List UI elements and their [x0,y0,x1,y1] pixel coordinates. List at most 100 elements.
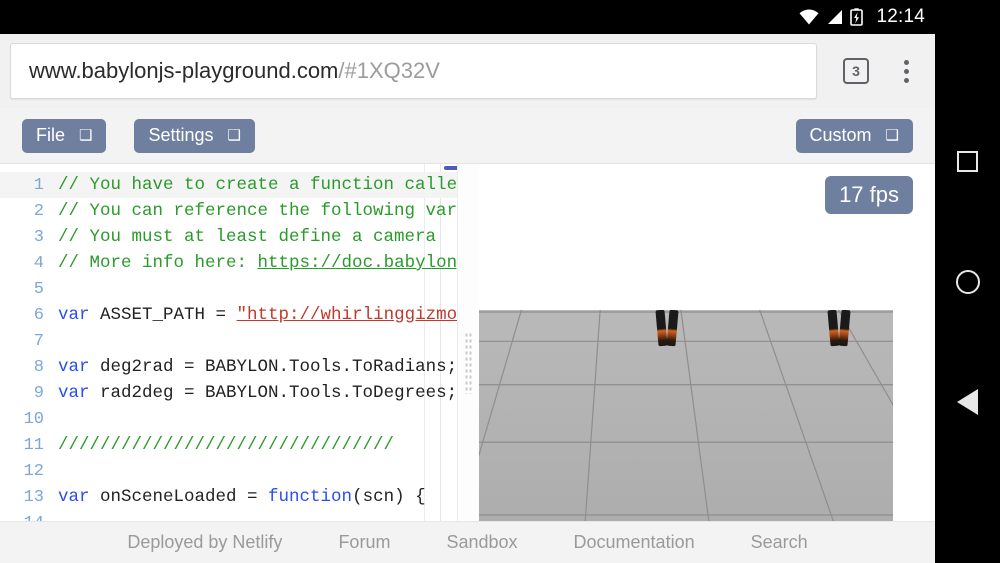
square-recents-icon [957,151,978,172]
code-text: var rad2deg = BABYLON.Tools.ToDegrees; [58,383,457,403]
back-button[interactable] [935,342,1000,462]
browser-toolbar: www.babylonjs-playground.com/#1XQ32V 3 [0,34,935,108]
wifi-icon [799,9,819,25]
token-plain: deg2rad = BABYLON.Tools.ToRadians; [89,357,457,377]
custom-menu-label: Custom [809,125,872,145]
footer-link[interactable]: Forum [310,532,418,553]
token-kw: var [58,305,90,325]
main-split-area: 1 // You have to create a function called… [0,164,935,521]
token-plain: ASSET_PATH = [89,305,237,325]
token-cmt: // More info here: [58,253,258,273]
line-number: 7 [33,331,44,351]
code-line: 4 // More info here: https://doc.babylonj… [0,250,457,276]
chevron-down-icon: ❑ [227,127,241,144]
line-number: 11 [23,435,44,455]
footer-link[interactable]: Documentation [546,532,723,553]
token-cmt: // You must at least define a camera [58,227,437,247]
chevron-down-icon: ❑ [79,127,93,144]
fps-badge: 17 fps [825,176,913,214]
code-text: var onSceneLoaded = function(scn) { [58,487,457,507]
line-number: 3 [33,227,44,247]
line-number: 10 [23,409,44,429]
footer-link[interactable]: Deployed by Netlify [99,532,310,553]
code-line: 1 // You have to create a function called… [0,172,457,198]
file-menu-button[interactable]: File ❑ [22,118,107,153]
footer-link[interactable]: Search [723,532,836,553]
cellular-signal-icon [828,10,843,24]
token-kw: var [58,383,90,403]
playground-toolbar: File ❑ Settings ❑ Custom ❑ [0,108,935,164]
token-plain: onSceneLoaded = [89,487,269,507]
token-plain: (scn) { [352,487,426,507]
home-button[interactable] [935,222,1000,342]
line-number: 13 [23,487,44,507]
circle-home-icon [955,269,980,294]
splitter-grip-icon[interactable] [464,332,473,394]
code-editor[interactable]: 1 // You have to create a function called… [0,164,457,521]
url-domain: www.babylonjs-playground.com [29,58,339,83]
babylon-canvas[interactable] [479,310,893,521]
line-number: 6 [33,305,44,325]
android-navigation-bar [935,0,1000,563]
code-text: // More info here: https://doc.babylonjs… [58,253,457,273]
line-number: 2 [33,201,44,221]
code-line: 12 [0,458,457,484]
code-line: 11 //////////////////////////////// [0,432,457,458]
code-text: // You can reference the following varia… [58,201,457,221]
custom-menu-button[interactable]: Custom ❑ [795,118,913,153]
android-status-bar: 12:14 [0,0,935,34]
code-line: 14 [0,510,457,522]
code-line: 6 var ASSET_PATH = "http://whirlinggizmo.… [0,302,457,328]
code-lines: 1 // You have to create a function called… [0,164,457,521]
chevron-down-icon: ❑ [885,127,899,144]
address-bar[interactable]: www.babylonjs-playground.com/#1XQ32V [10,43,817,99]
token-kw: var [58,487,90,507]
code-text: var ASSET_PATH = "http://whirlinggizmo.c… [58,305,457,325]
token-kw: var [58,357,90,377]
line-number: 9 [33,383,44,403]
character-model [827,310,853,347]
code-text: //////////////////////////////// [58,435,457,455]
line-number: 1 [33,175,44,195]
character-model [655,310,681,347]
line-number: 8 [33,357,44,377]
playground-footer: Deployed by Netlify Forum Sandbox Documenta… [0,521,935,563]
token-cmt: //////////////////////////////// [58,435,395,455]
status-clock: 12:14 [876,6,925,27]
code-line: 10 [0,406,457,432]
token-str[interactable]: "http://whirlinggizmo.cc [237,305,457,325]
settings-menu-label: Settings [148,125,214,145]
code-line: 2 // You can reference the following vari… [0,198,457,224]
code-text: var deg2rad = BABYLON.Tools.ToRadians; [58,357,457,377]
token-kw: function [268,487,353,507]
line-number: 4 [33,253,44,273]
tab-counter-button[interactable]: 3 [843,58,869,84]
battery-charging-icon [850,8,864,26]
tab-count-label: 3 [852,63,860,79]
line-number: 12 [23,461,44,481]
code-line: 13 var onSceneLoaded = function(scn) { [0,484,457,510]
line-number: 14 [0,514,58,522]
token-cmt: // You have to create a function called … [58,175,457,195]
footer-link[interactable]: Sandbox [418,532,545,553]
render-viewport[interactable]: 17 fps [479,164,935,521]
code-line: 3 // You must at least define a camera [0,224,457,250]
code-text: // You have to create a function called … [58,175,457,195]
code-line: 7 [0,328,457,354]
token-lnk[interactable]: https://doc.babylonjs. [258,253,457,273]
editor-canvas-splitter[interactable] [457,164,479,521]
file-menu-label: File [36,125,66,145]
triangle-back-icon [957,388,978,415]
status-icon-group: 12:14 [799,6,925,28]
kebab-menu-icon[interactable] [891,59,921,83]
recents-button[interactable] [935,102,1000,222]
code-line: 8 var deg2rad = BABYLON.Tools.ToRadians; [0,354,457,380]
code-line: 9 var rad2deg = BABYLON.Tools.ToDegrees; [0,380,457,406]
token-cmt: // You can reference the following varia… [58,201,457,221]
code-line: 5 [0,276,457,302]
code-text: // You must at least define a camera [58,227,457,247]
token-plain: rad2deg = BABYLON.Tools.ToDegrees; [89,383,457,403]
settings-menu-button[interactable]: Settings ❑ [134,118,255,153]
screen: 12:14 www.babylonjs-playground.com/#1XQ3… [0,0,1000,563]
url-path: /#1XQ32V [338,58,440,83]
